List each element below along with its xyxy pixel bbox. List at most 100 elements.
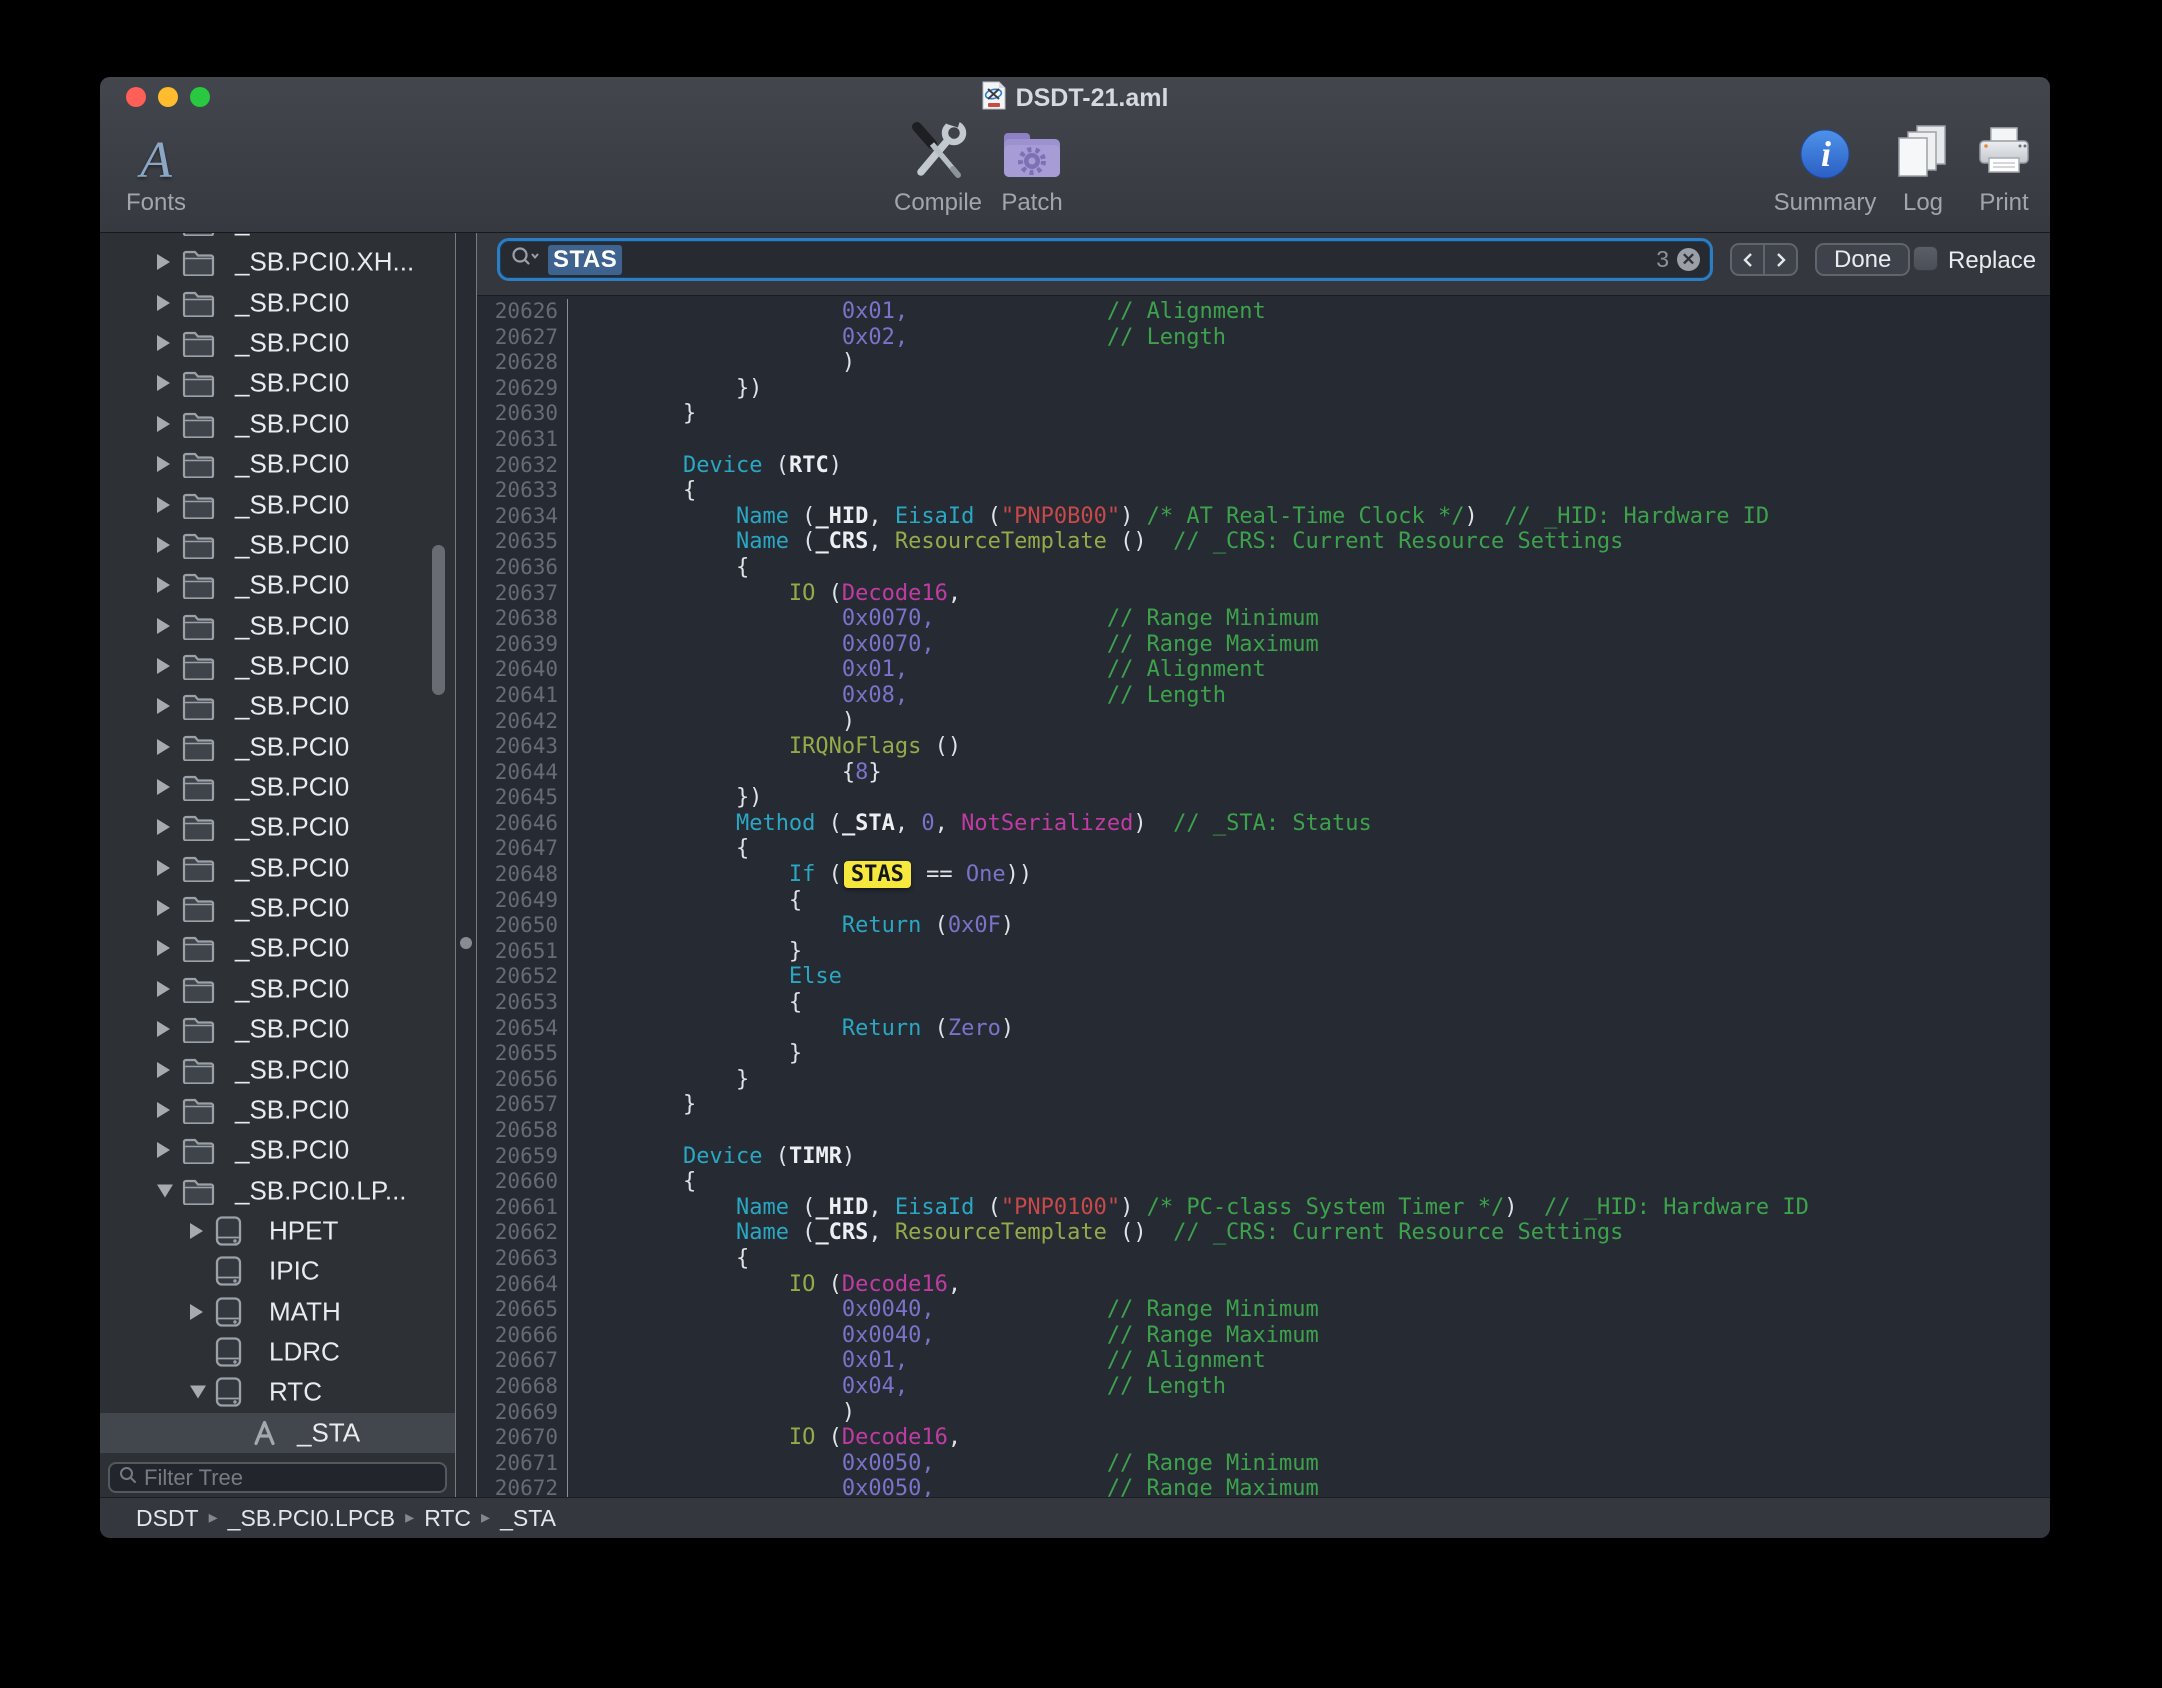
done-button[interactable]: Done: [1815, 243, 1910, 276]
code-line[interactable]: 20667 0x01, // Alignment: [477, 1348, 2050, 1374]
code-line[interactable]: 20660 {: [477, 1169, 2050, 1195]
chevron-right-icon[interactable]: [157, 779, 170, 795]
code-line[interactable]: 20651 }: [477, 939, 2050, 965]
code-line[interactable]: 20658: [477, 1118, 2050, 1144]
tree-item-ipic[interactable]: IPIC: [100, 1251, 455, 1291]
tree-item-math[interactable]: MATH: [100, 1292, 455, 1332]
code-line[interactable]: 20654 Return (Zero): [477, 1016, 2050, 1042]
code-line[interactable]: 20647 {: [477, 836, 2050, 862]
code-line[interactable]: 20665 0x0040, // Range Minimum: [477, 1297, 2050, 1323]
toolbar-item-fonts[interactable]: A Fonts: [100, 125, 226, 217]
chevron-right-icon[interactable]: [157, 819, 170, 835]
chevron-right-icon[interactable]: [157, 860, 170, 876]
code-line[interactable]: 20635 Name (_CRS, ResourceTemplate () //…: [477, 529, 2050, 555]
code-line[interactable]: 20659 Device (TIMR): [477, 1144, 2050, 1170]
chevron-right-icon[interactable]: [157, 375, 170, 391]
code-line[interactable]: 20662 Name (_CRS, ResourceTemplate () //…: [477, 1220, 2050, 1246]
code-line[interactable]: 20652 Else: [477, 964, 2050, 990]
code-line[interactable]: 20669 ): [477, 1400, 2050, 1426]
toolbar-item-print[interactable]: Print: [1934, 125, 2050, 217]
tree-item--sb-pci0[interactable]: _SB.PCI0: [100, 1009, 455, 1049]
tree-item--sb-pci0-xh-[interactable]: _SB.PCI0.XH...: [100, 242, 455, 282]
code-line[interactable]: 20637 IO (Decode16,: [477, 581, 2050, 607]
code-line[interactable]: 20648 If (STAS == One)): [477, 862, 2050, 888]
code-line[interactable]: 20632 Device (RTC): [477, 453, 2050, 479]
tree-item--sb-pci0[interactable]: _SB.PCI0: [100, 444, 455, 484]
tree-item--sb-pci0[interactable]: _SB.PCI0: [100, 888, 455, 928]
clear-search-button[interactable]: ✕: [1677, 248, 1700, 271]
code-line[interactable]: 20633 {: [477, 478, 2050, 504]
tree-item--sb-pci0[interactable]: _SB.PCI0: [100, 848, 455, 888]
code-line[interactable]: 20646 Method (_STA, 0, NotSerialized) //…: [477, 811, 2050, 837]
tree-item--sb-pci0[interactable]: _SB.PCI0: [100, 1130, 455, 1170]
tree-item--sta[interactable]: _STA: [100, 1413, 455, 1453]
code-line[interactable]: 20638 0x0070, // Range Minimum: [477, 606, 2050, 632]
chevron-right-icon[interactable]: [157, 981, 170, 997]
tree-item--sb-pci0[interactable]: _SB.PCI0: [100, 485, 455, 525]
search-menu-icon[interactable]: [510, 246, 540, 273]
code-line[interactable]: 20642 ): [477, 709, 2050, 735]
code-line[interactable]: 20666 0x0040, // Range Maximum: [477, 1323, 2050, 1349]
tree-item--sb-pci0[interactable]: _SB.PCI0: [100, 969, 455, 1009]
code-line[interactable]: 20657 }: [477, 1092, 2050, 1118]
code-line[interactable]: 20627 0x02, // Length: [477, 325, 2050, 351]
code-line[interactable]: 20671 0x0050, // Range Minimum: [477, 1451, 2050, 1477]
tree-item--sb-pci0[interactable]: _SB.PCI0: [100, 283, 455, 323]
chevron-right-icon[interactable]: [157, 1021, 170, 1037]
code-line[interactable]: 20628 ): [477, 350, 2050, 376]
tree-item--sb-pci0[interactable]: _SB.PCI0: [100, 565, 455, 605]
code-line[interactable]: 20634 Name (_HID, EisaId ("PNP0B00") /* …: [477, 504, 2050, 530]
code-line[interactable]: 20629 }): [477, 376, 2050, 402]
code-line[interactable]: 20631: [477, 427, 2050, 453]
chevron-right-icon[interactable]: [157, 335, 170, 351]
code-line[interactable]: 20639 0x0070, // Range Maximum: [477, 632, 2050, 658]
code-line[interactable]: 20630 }: [477, 401, 2050, 427]
find-previous-button[interactable]: [1732, 245, 1763, 274]
chevron-down-icon[interactable]: [190, 1386, 206, 1399]
chevron-right-icon[interactable]: [157, 577, 170, 593]
code-line[interactable]: 20641 0x08, // Length: [477, 683, 2050, 709]
code-line[interactable]: 20672 0x0050, // Range Maximum: [477, 1476, 2050, 1497]
code-line[interactable]: 20644 {8}: [477, 760, 2050, 786]
code-line[interactable]: 20653 {: [477, 990, 2050, 1016]
chevron-right-icon[interactable]: [157, 698, 170, 714]
tree-item--sb-pci0[interactable]: _SB.PCI0: [100, 323, 455, 363]
find-next-button[interactable]: [1763, 245, 1796, 274]
tree-item--sb-pci0[interactable]: _SB.PCI0: [100, 767, 455, 807]
code-line[interactable]: 20668 0x04, // Length: [477, 1374, 2050, 1400]
code-line[interactable]: 20661 Name (_HID, EisaId ("PNP0100") /* …: [477, 1195, 2050, 1221]
code-line[interactable]: 20655 }: [477, 1041, 2050, 1067]
chevron-right-icon[interactable]: [157, 618, 170, 634]
tree-item--sb-pci0[interactable]: _SB.PCI0: [100, 686, 455, 726]
chevron-right-icon[interactable]: [157, 739, 170, 755]
code-line[interactable]: 20650 Return (0x0F): [477, 913, 2050, 939]
code-line[interactable]: 20664 IO (Decode16,: [477, 1272, 2050, 1298]
breadcrumb-item[interactable]: RTC: [424, 1505, 471, 1532]
chevron-right-icon[interactable]: [157, 537, 170, 553]
chevron-right-icon[interactable]: [157, 658, 170, 674]
chevron-right-icon[interactable]: [190, 1304, 203, 1320]
splitter[interactable]: [455, 233, 477, 1497]
tree-item-hpet[interactable]: HPET: [100, 1211, 455, 1251]
chevron-right-icon[interactable]: [157, 295, 170, 311]
code-line[interactable]: 20626 0x01, // Alignment: [477, 299, 2050, 325]
chevron-down-icon[interactable]: [157, 1184, 173, 1197]
chevron-right-icon[interactable]: [157, 1142, 170, 1158]
code-editor[interactable]: 20626 0x01, // Alignment20627 0x02, // L…: [477, 296, 2050, 1497]
code-line[interactable]: 20670 IO (Decode16,: [477, 1425, 2050, 1451]
code-line[interactable]: 20636 {: [477, 555, 2050, 581]
code-line[interactable]: 20640 0x01, // Alignment: [477, 657, 2050, 683]
tree-item--sb-pci0[interactable]: _SB.PCI0: [100, 928, 455, 968]
chevron-right-icon[interactable]: [157, 1102, 170, 1118]
chevron-right-icon[interactable]: [157, 900, 170, 916]
tree-item--sb-pci0[interactable]: _SB.PCI0: [100, 363, 455, 403]
chevron-right-icon[interactable]: [157, 1062, 170, 1078]
tree-item-ldrc[interactable]: LDRC: [100, 1332, 455, 1372]
chevron-right-icon[interactable]: [157, 416, 170, 432]
tree-item--sb-pci0-lp-[interactable]: _SB.PCI0.LP...: [100, 1171, 455, 1211]
chevron-right-icon[interactable]: [157, 456, 170, 472]
tree-item--sb-pci0[interactable]: _SB.PCI0: [100, 727, 455, 767]
breadcrumb-item[interactable]: DSDT: [136, 1505, 199, 1532]
filter-tree-input[interactable]: Filter Tree: [108, 1462, 447, 1493]
chevron-right-icon[interactable]: [157, 254, 170, 270]
